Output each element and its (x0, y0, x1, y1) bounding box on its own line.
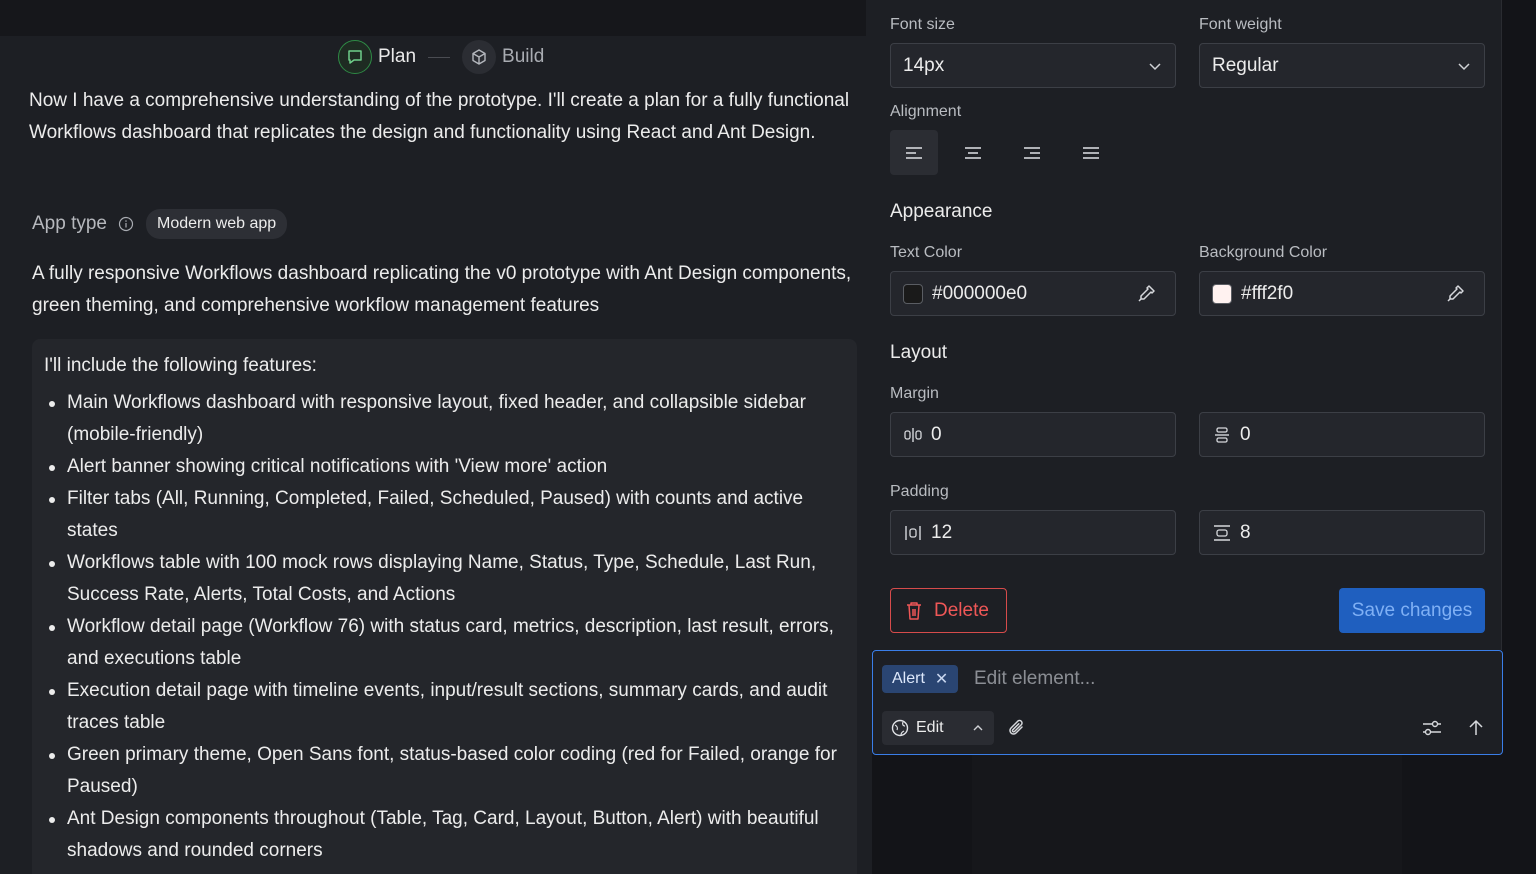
trash-icon (907, 601, 921, 620)
feature-item: Filter tabs (All, Running, Completed, Fa… (44, 483, 845, 547)
bg-color-label: Background Color (1199, 244, 1328, 261)
style-panel: Font size Font weight 14px Regular Align… (872, 0, 1502, 650)
margin-horizontal-icon (903, 426, 923, 444)
chat-top-bar (0, 0, 866, 36)
margin-vertical-value: 0 (1240, 423, 1251, 445)
close-icon[interactable]: ✕ (935, 669, 948, 689)
features-card: I'll include the following features: Mai… (32, 339, 857, 874)
mode-label: Edit (916, 719, 944, 736)
font-size-select[interactable]: 14px (890, 43, 1176, 88)
step-separator (428, 56, 451, 58)
app-root: Plan Build Now I have a comprehensive un… (0, 0, 1536, 874)
align-left-button[interactable] (890, 130, 938, 175)
align-right-button[interactable] (1008, 130, 1056, 175)
app-description: A fully responsive Workflows dashboard r… (32, 263, 852, 316)
feature-item: Workflow detail page (Workflow 76) with … (44, 611, 845, 675)
edit-element-input[interactable] (974, 665, 1374, 693)
feature-item: Green primary theme, Open Sans font, sta… (44, 739, 845, 803)
chat-pane: Plan Build Now I have a comprehensive un… (0, 0, 872, 874)
sliders-icon[interactable] (1421, 718, 1443, 738)
align-right-icon (1024, 146, 1040, 159)
feature-item: Main Workflows dashboard with responsive… (44, 387, 845, 451)
save-changes-button[interactable]: Save changes (1339, 588, 1485, 633)
alignment-label: Alignment (890, 103, 962, 120)
background-block (972, 755, 1402, 874)
assistant-intro-text: Now I have a comprehensive understanding… (29, 90, 850, 143)
element-editor: Alert ✕ Edit (872, 650, 1503, 755)
text-color-field[interactable]: #000000e0 (890, 271, 1176, 316)
plan-build-stepper: Plan Build (338, 40, 544, 74)
save-label: Save changes (1351, 599, 1473, 621)
chevron-down-icon (1458, 63, 1470, 71)
padding-vertical-icon (1212, 524, 1232, 542)
align-left-icon (906, 146, 922, 159)
plan-chat-icon[interactable] (338, 40, 372, 74)
font-weight-label: Font weight (1199, 16, 1282, 33)
delete-label: Delete (934, 599, 989, 621)
padding-horizontal-value: 12 (931, 521, 953, 543)
feature-item: Alert banner showing critical notificati… (44, 451, 845, 483)
globe-icon (891, 719, 909, 737)
padding-label: Padding (890, 483, 949, 500)
appearance-heading: Appearance (890, 201, 993, 222)
padding-horizontal-input[interactable]: 12 (890, 510, 1176, 555)
features-title: I'll include the following features: (44, 355, 317, 376)
margin-horizontal-input[interactable]: 0 (890, 412, 1176, 457)
padding-vertical-value: 8 (1240, 521, 1251, 543)
step-plan-label[interactable]: Plan (378, 46, 416, 68)
font-size-label: Font size (890, 16, 955, 33)
align-center-icon (965, 146, 981, 159)
app-type-chip: Modern web app (146, 209, 288, 239)
features-list: Main Workflows dashboard with responsive… (44, 387, 845, 867)
margin-vertical-input[interactable]: 0 (1199, 412, 1485, 457)
align-center-button[interactable] (949, 130, 997, 175)
feature-item: Workflows table with 100 mock rows displ… (44, 547, 845, 611)
step-build-label[interactable]: Build (502, 46, 544, 68)
inspector-pane: Font size Font weight 14px Regular Align… (872, 0, 1536, 874)
caret-up-icon (973, 725, 983, 731)
font-weight-value: Regular (1212, 54, 1279, 76)
mode-selector-button[interactable]: Edit (882, 711, 994, 745)
alignment-buttons (890, 130, 1126, 175)
text-color-value: #000000e0 (932, 282, 1028, 304)
selected-element-label: Alert (892, 670, 925, 687)
send-arrow-icon[interactable] (1467, 718, 1485, 738)
eyedropper-icon[interactable] (1135, 283, 1157, 305)
bg-color-swatch[interactable] (1212, 283, 1232, 304)
feature-item: Execution detail page with timeline even… (44, 675, 845, 739)
padding-vertical-input[interactable]: 8 (1199, 510, 1485, 555)
text-color-swatch[interactable] (903, 283, 923, 304)
selected-element-tag[interactable]: Alert ✕ (882, 665, 959, 693)
align-justify-icon (1083, 146, 1099, 159)
bg-color-field[interactable]: #fff2f0 (1199, 271, 1485, 316)
bg-color-value: #fff2f0 (1241, 282, 1294, 304)
font-weight-select[interactable]: Regular (1199, 43, 1485, 88)
align-justify-button[interactable] (1067, 130, 1115, 175)
feature-item: Ant Design components throughout (Table,… (44, 803, 845, 867)
paperclip-icon[interactable] (1007, 717, 1027, 739)
delete-button[interactable]: Delete (890, 588, 1007, 633)
eyedropper-icon[interactable] (1444, 283, 1466, 305)
margin-horizontal-value: 0 (931, 423, 942, 445)
font-size-value: 14px (903, 54, 945, 76)
padding-horizontal-icon (903, 524, 923, 542)
info-icon[interactable] (118, 216, 134, 232)
margin-vertical-icon (1212, 426, 1232, 444)
chevron-down-icon (1149, 63, 1161, 71)
app-type-row: App type Modern web app (32, 206, 288, 242)
layout-heading: Layout (890, 342, 948, 363)
app-type-label: App type (32, 213, 107, 234)
build-cube-icon[interactable] (462, 40, 497, 74)
text-color-label: Text Color (890, 244, 963, 261)
margin-label: Margin (890, 385, 939, 402)
